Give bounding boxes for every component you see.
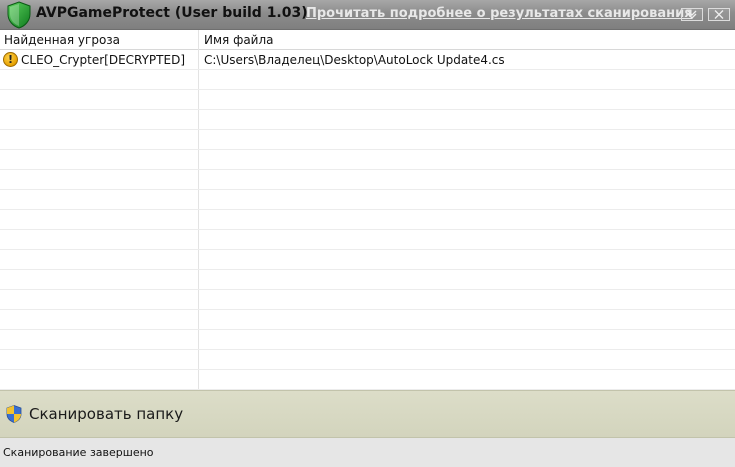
column-header-threat[interactable]: Найденная угроза (4, 33, 120, 47)
close-icon (714, 10, 724, 19)
empty-row (0, 150, 735, 170)
app-title: AVPGameProtect (User build 1.03) (36, 5, 308, 21)
status-bar: Сканирование завершено (0, 438, 735, 467)
empty-row (0, 90, 735, 110)
empty-row (0, 270, 735, 290)
table-body: ! CLEO_Crypter[DECRYPTED] C:\Users\Владе… (0, 50, 735, 390)
empty-row (0, 170, 735, 190)
empty-row (0, 330, 735, 350)
threats-table[interactable]: Найденная угроза Имя файла ! CLEO_Crypte… (0, 30, 735, 390)
file-path: C:\Users\Владелец\Desktop\AutoLock Updat… (204, 53, 505, 67)
threat-name: CLEO_Crypter[DECRYPTED] (21, 53, 185, 67)
empty-row (0, 370, 735, 390)
status-text: Сканирование завершено (3, 446, 154, 459)
uac-shield-icon (6, 405, 22, 423)
warning-icon: ! (3, 52, 18, 67)
empty-row (0, 130, 735, 150)
empty-row (0, 230, 735, 250)
scan-folder-button[interactable]: Сканировать папку (6, 401, 191, 427)
table-header: Найденная угроза Имя файла (0, 30, 735, 50)
chevron-down-icon (687, 10, 697, 19)
title-bar: AVPGameProtect (User build 1.03) Прочита… (0, 0, 735, 30)
empty-row (0, 110, 735, 130)
minimize-button[interactable] (681, 8, 703, 21)
empty-row (0, 310, 735, 330)
table-row[interactable]: ! CLEO_Crypter[DECRYPTED] C:\Users\Владе… (0, 50, 735, 70)
empty-row (0, 190, 735, 210)
empty-row (0, 350, 735, 370)
empty-row (0, 290, 735, 310)
column-header-filename[interactable]: Имя файла (204, 33, 274, 47)
close-button[interactable] (708, 8, 730, 21)
empty-row (0, 210, 735, 230)
empty-row (0, 70, 735, 90)
action-panel: Сканировать папку (0, 390, 735, 438)
empty-row (0, 250, 735, 270)
scan-results-link[interactable]: Прочитать подробнее о результатах сканир… (306, 6, 693, 21)
shield-logo-icon (7, 1, 31, 29)
scan-folder-label: Сканировать папку (29, 405, 184, 423)
